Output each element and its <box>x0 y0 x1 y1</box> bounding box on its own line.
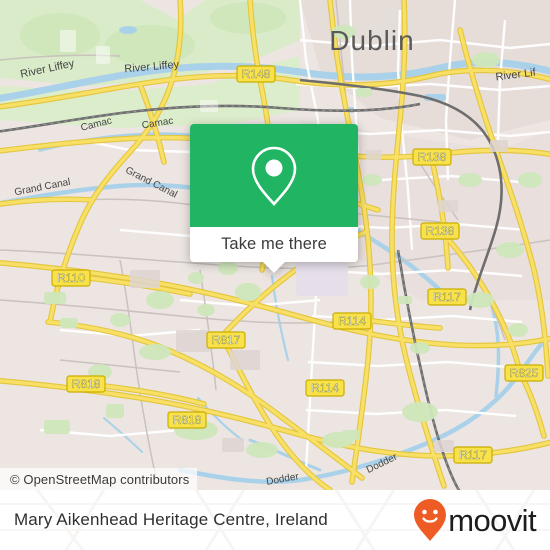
place-title: Mary Aikenhead Heritage Centre, Ireland <box>14 510 328 529</box>
road-shield: R117 <box>453 446 493 464</box>
road-shield: R148 <box>236 65 276 83</box>
take-me-there-label: Take me there <box>221 235 327 254</box>
road-shield-label: R138 <box>426 224 455 238</box>
moovit-wordmark: moovit <box>448 502 536 538</box>
road-shield: R825 <box>504 364 544 382</box>
osm-attribution-text: © OpenStreetMap contributors <box>10 471 190 487</box>
footer-bar: Mary Aikenhead Heritage Centre, Ireland … <box>0 490 550 550</box>
moovit-pin-smile-icon <box>414 499 447 541</box>
moovit-map-screenshot: River Liffey River Liffey River Lif Camac Ca… <box>0 0 550 550</box>
road-shield: R138 <box>420 222 460 240</box>
road-shield: R117 <box>427 288 467 306</box>
road-shield: R817 <box>206 331 246 349</box>
osm-attribution[interactable]: © OpenStreetMap contributors <box>0 468 198 490</box>
road-shield-label: R818 <box>173 413 202 427</box>
take-me-there-popup[interactable]: Take me there <box>190 124 358 273</box>
popup-image-area <box>190 124 358 227</box>
road-shield-label: R117 <box>433 290 461 304</box>
popup-pointer <box>263 262 285 273</box>
city-label: Dublin <box>329 25 414 56</box>
road-shield-label: R114 <box>338 314 366 328</box>
map-pin-icon <box>251 146 297 206</box>
road-shield-label: R148 <box>242 67 271 81</box>
road-shield-label: R110 <box>57 271 85 285</box>
road-shield: R114 <box>305 379 345 397</box>
road-shield-label: R825 <box>510 366 539 380</box>
road-shield-label: R138 <box>418 150 447 164</box>
road-shield-label: R817 <box>212 333 241 347</box>
take-me-there-button[interactable]: Take me there <box>190 227 358 262</box>
road-shield: R818 <box>167 411 207 429</box>
road-shield-label: R818 <box>72 377 101 391</box>
road-shield-label: R114 <box>311 381 339 395</box>
road-shield: R818 <box>66 375 106 393</box>
road-shield: R138 <box>412 148 452 166</box>
road-shield: R110 <box>51 269 91 287</box>
road-shield-label: R117 <box>459 448 487 462</box>
road-shield: R114 <box>332 312 372 330</box>
moovit-logo[interactable]: moovit <box>413 498 537 542</box>
map-canvas[interactable]: River Liffey River Liffey River Lif Camac Ca… <box>0 0 550 490</box>
